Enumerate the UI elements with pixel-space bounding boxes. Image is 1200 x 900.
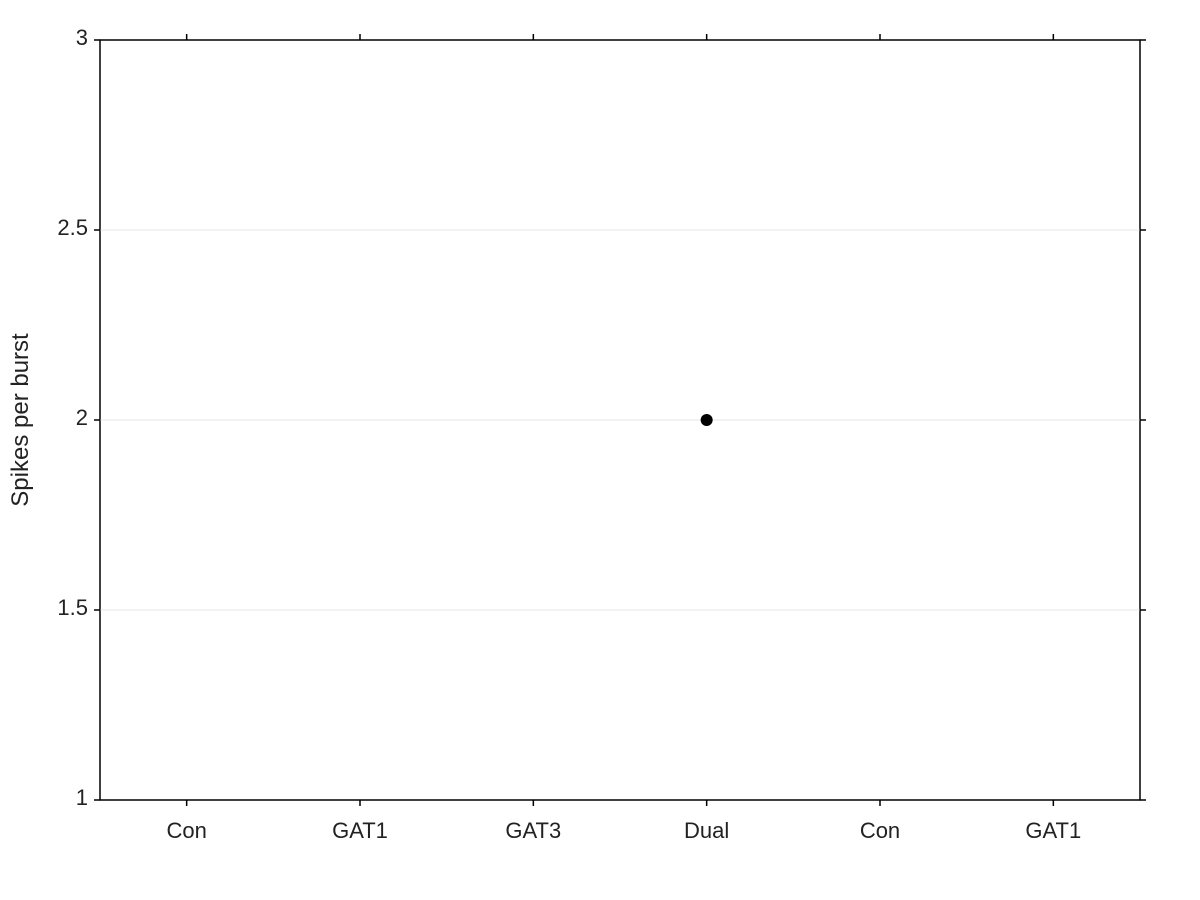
svg-text:1.5: 1.5	[57, 595, 88, 620]
data-point-0	[701, 414, 713, 426]
x-axis-label: GAT1	[332, 818, 388, 843]
scatter-chart: 1 1.5 2 2.5 3 Con GAT1 GAT3 Dual Con GAT1 Spikes pe…	[0, 0, 1200, 900]
x-axis-label: GAT3	[505, 818, 561, 843]
svg-text:2: 2	[76, 405, 88, 430]
x-axis-label: Dual	[684, 818, 729, 843]
y-axis-label: Spikes per burst	[7, 333, 34, 507]
x-axis-label: GAT1	[1025, 818, 1081, 843]
chart-container: 1 1.5 2 2.5 3 Con GAT1 GAT3 Dual Con GAT1 Spikes pe…	[0, 0, 1200, 900]
svg-text:3: 3	[76, 25, 88, 50]
x-axis-label: Con	[860, 818, 900, 843]
svg-text:2.5: 2.5	[57, 215, 88, 240]
svg-text:1: 1	[76, 785, 88, 810]
x-axis-label: Con	[166, 818, 206, 843]
